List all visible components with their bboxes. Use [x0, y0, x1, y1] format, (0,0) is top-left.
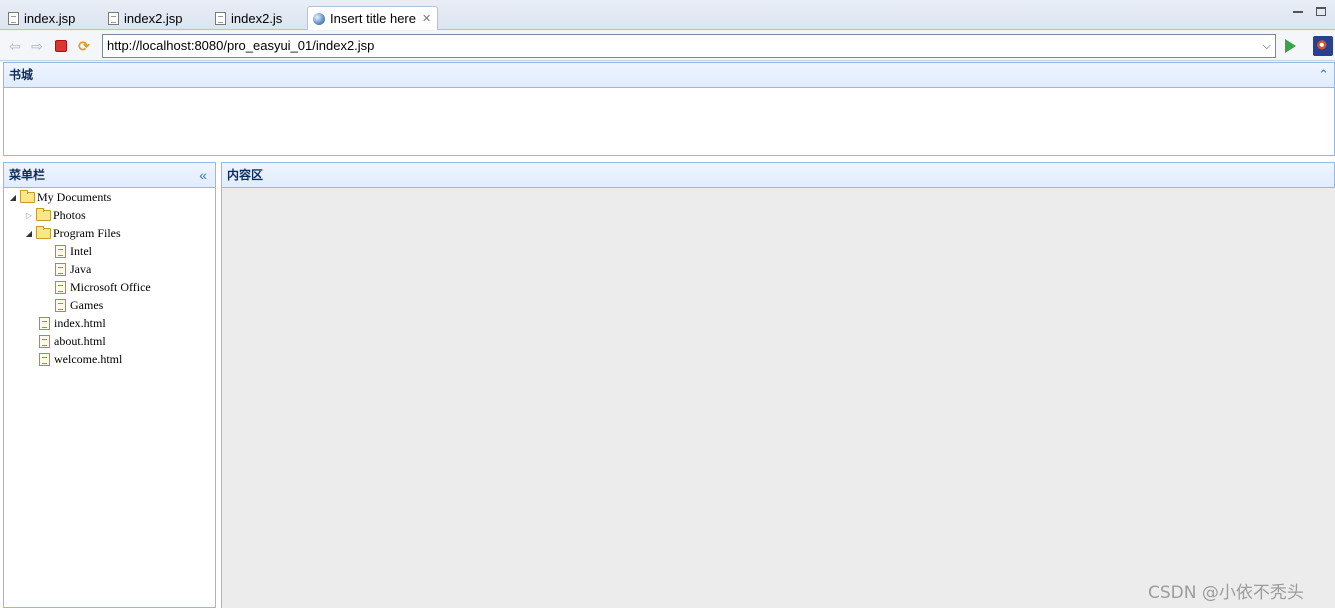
file-icon: [55, 244, 66, 258]
tab-label: Insert title here: [330, 11, 416, 26]
file-icon: [55, 298, 66, 312]
file-icon: [39, 334, 50, 348]
back-button[interactable]: ⇦: [6, 37, 24, 55]
tree-node-label: Microsoft Office: [70, 279, 151, 294]
tree-node-games[interactable]: Games: [55, 296, 103, 314]
refresh-button[interactable]: ⟳: [75, 37, 93, 55]
north-panel-header: 书城 ⌃: [3, 62, 1335, 88]
close-icon[interactable]: ✕: [422, 12, 431, 25]
expanded-arrow-icon[interactable]: ◢: [24, 229, 34, 238]
eclipse-icon[interactable]: [1313, 36, 1333, 56]
js-file-icon: [215, 11, 226, 25]
folder-open-icon: [36, 225, 51, 239]
file-icon: [39, 316, 50, 330]
tab-browser-active[interactable]: Insert title here ✕: [307, 6, 439, 30]
tab-label: index.jsp: [24, 10, 76, 26]
tree-node-photos[interactable]: ▷ Photos: [24, 206, 86, 224]
url-field[interactable]: http://localhost:8080/pro_easyui_01/inde…: [102, 34, 1276, 58]
stop-button[interactable]: [52, 37, 70, 55]
tree-node-label: Photos: [53, 207, 86, 222]
tree-node-label: Program Files: [53, 225, 121, 240]
tree-node-intel[interactable]: Intel: [55, 242, 92, 260]
browser-content: 书城 ⌃ 菜单栏 « ◢ My Documents ▷ Photos ◢ Pro…: [0, 62, 1335, 608]
watermark: CSDN @小依不秃头: [1148, 583, 1304, 603]
expanded-arrow-icon[interactable]: ◢: [8, 193, 18, 202]
collapse-up-icon[interactable]: ⌃: [1318, 63, 1329, 87]
go-button[interactable]: [1285, 39, 1296, 53]
tree-node-label: Games: [70, 297, 104, 312]
jsp-file-icon: [108, 11, 119, 25]
tab-index2-jsp[interactable]: index2.jsp: [108, 6, 183, 30]
back-arrow-icon: ⇦: [9, 37, 21, 54]
tree-node-label: welcome.html: [54, 351, 123, 366]
chevron-down-icon[interactable]: ⌵: [1263, 35, 1271, 57]
tab-label: index2.jsp: [124, 10, 183, 26]
tab-index2-js[interactable]: index2.js: [215, 6, 282, 30]
minimize-button[interactable]: [1293, 7, 1303, 13]
tree-node-microsoft-office[interactable]: Microsoft Office: [55, 278, 151, 296]
tab-index-jsp[interactable]: index.jsp: [8, 6, 75, 30]
collapsed-arrow-icon[interactable]: ▷: [24, 211, 34, 220]
west-panel-header: 菜单栏 «: [3, 162, 216, 188]
tree-node-welcome-html[interactable]: welcome.html: [39, 350, 122, 368]
tree-node-label: index.html: [54, 315, 106, 330]
west-panel-title: 菜单栏: [9, 168, 46, 182]
tree-node-label: Intel: [70, 243, 92, 258]
tab-label: index2.js: [231, 10, 283, 26]
file-icon: [55, 262, 66, 276]
north-panel-title: 书城: [9, 68, 34, 82]
file-icon: [55, 280, 66, 294]
jsp-file-icon: [8, 11, 19, 25]
center-panel-title: 内容区: [227, 168, 264, 182]
tree-node-java[interactable]: Java: [55, 260, 91, 278]
forward-button[interactable]: ⇨: [28, 37, 46, 55]
file-icon: [39, 352, 50, 366]
tree-node-label: about.html: [54, 333, 106, 348]
stop-icon: [55, 40, 67, 52]
globe-icon: [313, 12, 325, 25]
north-panel-body: [3, 88, 1335, 156]
refresh-icon: ⟳: [78, 37, 90, 54]
center-panel-body: [221, 188, 1335, 608]
maximize-button[interactable]: [1316, 7, 1326, 16]
url-text: http://localhost:8080/pro_easyui_01/inde…: [107, 38, 375, 53]
tree-node-index-html[interactable]: index.html: [39, 314, 106, 332]
forward-arrow-icon: ⇨: [31, 37, 43, 54]
folder-icon: [36, 207, 51, 221]
menu-tree: ◢ My Documents ▷ Photos ◢ Program Files …: [3, 188, 216, 608]
collapse-left-icon[interactable]: «: [199, 163, 207, 187]
tree-node-label: Java: [70, 261, 92, 276]
center-panel-header: 内容区: [221, 162, 1335, 188]
tree-node-about-html[interactable]: about.html: [39, 332, 106, 350]
editor-tab-bar: index.jsp index2.jsp index2.js Insert ti…: [0, 0, 1335, 30]
tree-node-my-documents[interactable]: ◢ My Documents: [8, 188, 111, 206]
tree-node-label: My Documents: [37, 189, 112, 204]
tree-node-program-files[interactable]: ◢ Program Files: [24, 224, 121, 242]
browser-toolbar: ⇦ ⇨ ⟳ http://localhost:8080/pro_easyui_0…: [0, 31, 1335, 61]
folder-open-icon: [20, 189, 35, 203]
